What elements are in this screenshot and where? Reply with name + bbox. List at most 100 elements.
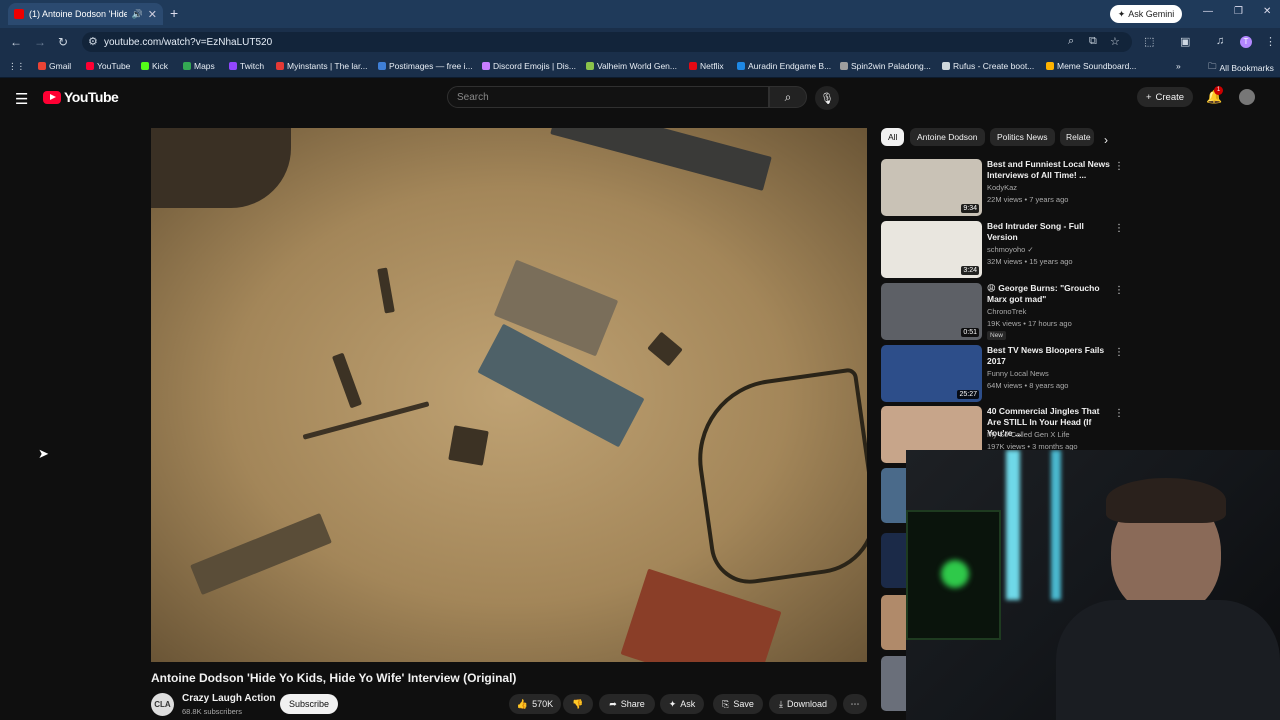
bookmark-item[interactable]: Auradin Endgame B... <box>737 61 831 71</box>
chip-related[interactable]: Relate <box>1060 128 1094 146</box>
bookmark-item[interactable]: Spin2win Paladong... <box>840 61 931 71</box>
recommended-video[interactable]: 25:27 Best TV News Bloopers Fails 2017 Fun… <box>881 345 1124 403</box>
browser-tab-strip: (1) Antoine Dodson 'Hide Yo 🔊 ✕ + ✦Ask G… <box>0 0 1280 28</box>
close-window-icon[interactable]: ✕ <box>1263 6 1271 17</box>
recommended-title[interactable]: 😩 George Burns: "Groucho Marx got mad" <box>987 283 1113 305</box>
bookmark-item[interactable]: Netflix <box>689 61 724 71</box>
bookmark-item[interactable]: Twitch <box>229 61 264 71</box>
dislike-button[interactable]: 👎 <box>563 694 593 714</box>
more-vertical-icon[interactable]: ⋮ <box>1114 223 1124 234</box>
chip-politics-news[interactable]: Politics News <box>990 128 1055 146</box>
all-bookmarks-button[interactable]: 🗀 All Bookmarks <box>1208 61 1274 75</box>
bookmark-star-icon[interactable]: ☆ <box>1110 35 1120 48</box>
more-actions-button[interactable]: ⋯ <box>843 694 867 714</box>
side-panel-icon[interactable]: ▣ <box>1180 35 1190 48</box>
video-thumbnail[interactable]: 25:27 <box>881 345 982 402</box>
bookmark-favicon-icon <box>183 62 191 70</box>
partial-thumbnail[interactable] <box>881 595 907 650</box>
account-avatar[interactable] <box>1239 89 1255 105</box>
bookmark-item[interactable]: Kick <box>141 61 168 71</box>
back-icon[interactable]: ← <box>10 35 22 49</box>
audio-icon[interactable]: 🔊 <box>132 9 143 20</box>
bookmark-label: Auradin Endgame B... <box>748 61 832 71</box>
chip-next-arrow-icon[interactable]: › <box>1104 133 1108 147</box>
more-vertical-icon[interactable]: ⋮ <box>1114 161 1124 172</box>
bookmark-label: Twitch <box>240 61 265 71</box>
ask-gemini-label: Ask Gemini <box>1128 9 1175 19</box>
profile-avatar[interactable]: T <box>1240 36 1252 48</box>
video-thumbnail[interactable]: 3:24 <box>881 221 982 278</box>
recommended-channel[interactable]: Funny Local News <box>987 369 1049 378</box>
cast-icon[interactable]: ⧉ <box>1089 35 1097 48</box>
video-frame-object <box>190 512 332 596</box>
bookmark-item[interactable]: Postimages — free i... <box>378 61 473 71</box>
chip-all[interactable]: All <box>881 128 905 146</box>
youtube-logo[interactable]: YouTube <box>43 89 119 105</box>
chrome-menu-icon[interactable]: ⋮ <box>1265 35 1276 48</box>
subscribe-button[interactable]: Subscribe <box>280 694 338 714</box>
bookmarks-overflow-icon[interactable]: » <box>1176 61 1181 71</box>
chip-antoine-dodson[interactable]: Antoine Dodson <box>910 128 985 146</box>
media-icon[interactable]: ♫ <box>1216 35 1224 47</box>
channel-name[interactable]: Crazy Laugh Action <box>182 693 276 704</box>
site-info-icon[interactable]: ⚙ <box>88 35 98 48</box>
forward-icon[interactable]: → <box>34 35 46 49</box>
partial-thumbnail[interactable] <box>881 656 907 711</box>
more-vertical-icon[interactable]: ⋮ <box>1114 285 1124 296</box>
recommended-video[interactable]: 9:34 Best and Funniest Local News Intervi… <box>881 159 1124 217</box>
all-bookmarks-label: All Bookmarks <box>1219 63 1274 73</box>
apps-grid-icon[interactable]: ⋮⋮ <box>8 61 25 72</box>
channel-avatar[interactable]: CLA <box>151 693 174 716</box>
partial-thumbnail[interactable] <box>881 468 907 523</box>
share-button[interactable]: ➦ Share <box>599 694 655 714</box>
video-thumbnail[interactable]: 9:34 <box>881 159 982 216</box>
browser-tab-active[interactable]: (1) Antoine Dodson 'Hide Yo 🔊 ✕ <box>8 3 163 25</box>
partial-thumbnail[interactable] <box>881 533 907 588</box>
bookmark-item[interactable]: Myinstants | The lar... <box>276 61 367 71</box>
recommended-video[interactable]: 0:51 😩 George Burns: "Groucho Marx got ma… <box>881 283 1124 341</box>
recommended-meta: 32M views • 15 years ago <box>987 257 1073 266</box>
bookmark-item[interactable]: Valheim World Gen... <box>586 61 677 71</box>
minimize-icon[interactable]: — <box>1203 6 1213 17</box>
like-button[interactable]: 👍 570K <box>509 694 561 714</box>
extensions-icon[interactable]: ⬚ <box>1144 35 1154 48</box>
video-player[interactable] <box>151 128 867 662</box>
bookmark-item[interactable]: YouTube <box>86 61 130 71</box>
tab-close-icon[interactable]: ✕ <box>148 8 157 21</box>
subscriber-count: 68.8K subscribers <box>182 707 243 716</box>
search-input[interactable]: Search <box>447 86 769 108</box>
ask-gemini-button[interactable]: ✦ Ask Gemini <box>1110 5 1182 23</box>
save-label: Save <box>733 699 754 709</box>
ask-button[interactable]: ✦ Ask <box>660 694 704 714</box>
save-button[interactable]: ⎘ Save <box>713 694 763 714</box>
bookmark-item[interactable]: Meme Soundboard... <box>1046 61 1136 71</box>
more-vertical-icon[interactable]: ⋮ <box>1114 347 1124 358</box>
bookmark-item[interactable]: Rufus - Create boot... <box>942 61 1034 71</box>
reload-icon[interactable]: ↻ <box>58 35 68 49</box>
recommended-channel[interactable]: KodyKaz <box>987 183 1017 192</box>
new-tab-icon[interactable]: + <box>170 5 178 21</box>
create-button[interactable]: + Create <box>1137 87 1193 107</box>
more-vertical-icon[interactable]: ⋮ <box>1114 408 1124 419</box>
bookmark-item[interactable]: Maps <box>183 61 215 71</box>
recommended-channel[interactable]: My So-Called Gen X Life <box>987 430 1070 439</box>
bookmark-item[interactable]: Gmail <box>38 61 71 71</box>
recommended-title[interactable]: Best and Funniest Local News Interviews … <box>987 159 1113 181</box>
recommended-title[interactable]: Bed Intruder Song - Full Version <box>987 221 1113 243</box>
bookmark-label: Kick <box>152 61 169 71</box>
voice-search-button[interactable]: 🎙 <box>815 86 839 110</box>
recommended-channel[interactable]: ChronoTrek <box>987 307 1026 316</box>
video-thumbnail[interactable]: 0:51 <box>881 283 982 340</box>
hamburger-menu-icon[interactable]: ☰ <box>15 90 28 108</box>
recommended-title[interactable]: Best TV News Bloopers Fails 2017 <box>987 345 1113 367</box>
url-field[interactable]: youtube.com/watch?v=EzNhaLUT520 <box>82 32 1132 52</box>
zoom-icon[interactable]: ⌕ <box>1068 35 1074 48</box>
download-button[interactable]: ⤓ Download <box>769 694 837 714</box>
bookmark-label: Discord Emojis | Dis... <box>493 61 576 71</box>
maximize-icon[interactable]: ❐ <box>1234 6 1243 17</box>
recommended-channel[interactable]: schmoyoho ✓ <box>987 245 1034 254</box>
recommended-video[interactable]: 3:24 Bed Intruder Song - Full Version schm… <box>881 221 1124 279</box>
thumbs-down-icon: 👎 <box>572 698 584 709</box>
search-button[interactable]: ⌕ <box>769 86 807 108</box>
bookmark-item[interactable]: Discord Emojis | Dis... <box>482 61 576 71</box>
